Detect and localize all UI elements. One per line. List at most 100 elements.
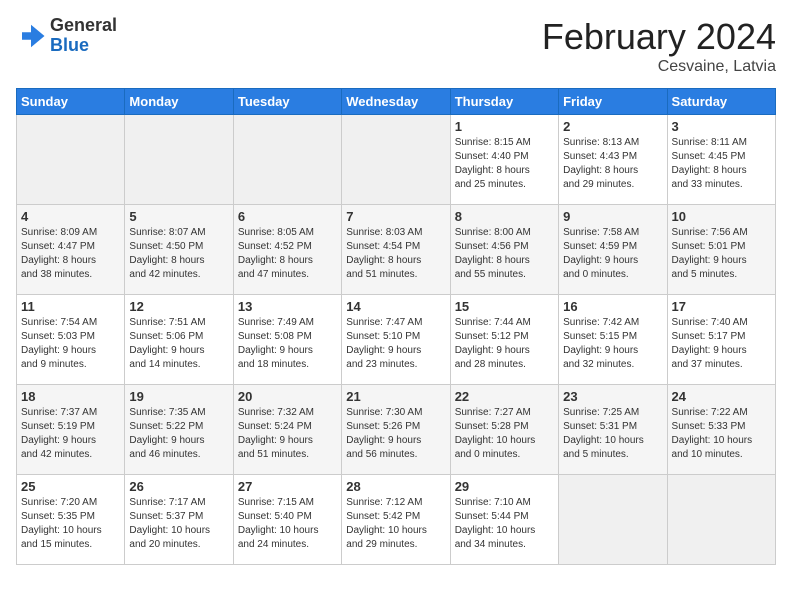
logo-icon: [16, 21, 46, 51]
day-number: 26: [129, 479, 228, 494]
day-info: Sunrise: 8:13 AM Sunset: 4:43 PM Dayligh…: [563, 136, 662, 192]
calendar-cell: 29Sunrise: 7:10 AM Sunset: 5:44 PM Dayli…: [450, 475, 558, 565]
day-number: 8: [455, 209, 554, 224]
day-info: Sunrise: 7:47 AM Sunset: 5:10 PM Dayligh…: [346, 316, 445, 372]
day-info: Sunrise: 7:42 AM Sunset: 5:15 PM Dayligh…: [563, 316, 662, 372]
logo-blue: Blue: [50, 36, 117, 56]
day-info: Sunrise: 7:17 AM Sunset: 5:37 PM Dayligh…: [129, 496, 228, 552]
day-number: 16: [563, 299, 662, 314]
weekday-sunday: Sunday: [17, 89, 125, 115]
calendar-cell: 21 Sunrise: 7:30 AM Sunset: 5:26 PM Dayli…: [342, 385, 450, 475]
calendar-cell: [667, 475, 775, 565]
day-info: Sunrise: 8:05 AM Sunset: 4:52 PM Dayligh…: [238, 226, 337, 282]
day-number: 17: [672, 299, 771, 314]
header-area: General Blue February 2024 Cesvaine, Lat…: [16, 16, 776, 76]
calendar-cell: 3 Sunrise: 8:11 AM Sunset: 4:45 PM Daylig…: [667, 115, 775, 205]
day-info: Sunrise: 7:37 AM Sunset: 5:19 PM Dayligh…: [21, 406, 120, 462]
weekday-header-row: SundayMondayTuesdayWednesdayThursdayFrid…: [17, 89, 776, 115]
calendar-cell: 11Sunrise: 7:54 AM Sunset: 5:03 PM Dayli…: [17, 295, 125, 385]
location-subtitle: Cesvaine, Latvia: [542, 58, 776, 76]
logo-text: General Blue: [50, 16, 117, 56]
calendar-cell: 2Sunrise: 8:13 AM Sunset: 4:43 PM Daylig…: [559, 115, 667, 205]
weekday-saturday: Saturday: [667, 89, 775, 115]
day-number: 22: [455, 389, 554, 404]
day-info: Sunrise: 7:12 AM Sunset: 5:42 PM Dayligh…: [346, 496, 445, 552]
day-info: Sunrise: 8:09 AM Sunset: 4:47 PM Dayligh…: [21, 226, 120, 282]
day-info: Sunrise: 7:58 AM Sunset: 4:59 PM Dayligh…: [563, 226, 662, 282]
day-info: Sunrise: 7:54 AM Sunset: 5:03 PM Dayligh…: [21, 316, 120, 372]
calendar-cell: [233, 115, 341, 205]
calendar-cell: 15Sunrise: 7:44 AM Sunset: 5:12 PM Dayli…: [450, 295, 558, 385]
day-info: Sunrise: 7:27 AM Sunset: 5:28 PM Dayligh…: [455, 406, 554, 462]
calendar-cell: 20Sunrise: 7:32 AM Sunset: 5:24 PM Dayli…: [233, 385, 341, 475]
calendar-cell: 7 Sunrise: 8:03 AM Sunset: 4:54 PM Daylig…: [342, 205, 450, 295]
weekday-monday: Monday: [125, 89, 233, 115]
day-info: Sunrise: 8:03 AM Sunset: 4:54 PM Dayligh…: [346, 226, 445, 282]
day-number: 28: [346, 479, 445, 494]
day-info: Sunrise: 7:22 AM Sunset: 5:33 PM Dayligh…: [672, 406, 771, 462]
calendar-cell: 24 Sunrise: 7:22 AM Sunset: 5:33 PM Dayli…: [667, 385, 775, 475]
day-number: 25: [21, 479, 120, 494]
calendar-cell: 12 Sunrise: 7:51 AM Sunset: 5:06 PM Dayli…: [125, 295, 233, 385]
day-info: Sunrise: 8:00 AM Sunset: 4:56 PM Dayligh…: [455, 226, 554, 282]
calendar-cell: 6Sunrise: 8:05 AM Sunset: 4:52 PM Daylig…: [233, 205, 341, 295]
day-number: 21: [346, 389, 445, 404]
day-number: 23: [563, 389, 662, 404]
calendar-cell: 9 Sunrise: 7:58 AM Sunset: 4:59 PM Daylig…: [559, 205, 667, 295]
logo: General Blue: [16, 16, 117, 56]
day-number: 3: [672, 119, 771, 134]
day-number: 9: [563, 209, 662, 224]
day-info: Sunrise: 7:20 AM Sunset: 5:35 PM Dayligh…: [21, 496, 120, 552]
week-row-1: 4 Sunrise: 8:09 AM Sunset: 4:47 PM Daylig…: [17, 205, 776, 295]
calendar-cell: 19 Sunrise: 7:35 AM Sunset: 5:22 PM Dayli…: [125, 385, 233, 475]
calendar-cell: [17, 115, 125, 205]
calendar: SundayMondayTuesdayWednesdayThursdayFrid…: [16, 88, 776, 565]
logo-general: General: [50, 16, 117, 36]
calendar-cell: 13 Sunrise: 7:49 AM Sunset: 5:08 PM Dayli…: [233, 295, 341, 385]
day-info: Sunrise: 8:15 AM Sunset: 4:40 PM Dayligh…: [455, 136, 554, 192]
day-number: 10: [672, 209, 771, 224]
day-number: 12: [129, 299, 228, 314]
day-number: 13: [238, 299, 337, 314]
calendar-cell: [125, 115, 233, 205]
day-info: Sunrise: 7:15 AM Sunset: 5:40 PM Dayligh…: [238, 496, 337, 552]
calendar-body: 1 Sunrise: 8:15 AM Sunset: 4:40 PM Daylig…: [17, 115, 776, 565]
week-row-3: 18Sunrise: 7:37 AM Sunset: 5:19 PM Dayli…: [17, 385, 776, 475]
day-number: 5: [129, 209, 228, 224]
day-info: Sunrise: 7:30 AM Sunset: 5:26 PM Dayligh…: [346, 406, 445, 462]
calendar-cell: 22 Sunrise: 7:27 AM Sunset: 5:28 PM Dayli…: [450, 385, 558, 475]
calendar-cell: [559, 475, 667, 565]
day-number: 4: [21, 209, 120, 224]
calendar-cell: 16 Sunrise: 7:42 AM Sunset: 5:15 PM Dayli…: [559, 295, 667, 385]
day-info: Sunrise: 7:35 AM Sunset: 5:22 PM Dayligh…: [129, 406, 228, 462]
day-number: 24: [672, 389, 771, 404]
calendar-cell: 18Sunrise: 7:37 AM Sunset: 5:19 PM Dayli…: [17, 385, 125, 475]
title-area: February 2024 Cesvaine, Latvia: [542, 16, 776, 76]
day-info: Sunrise: 8:11 AM Sunset: 4:45 PM Dayligh…: [672, 136, 771, 192]
calendar-cell: 23 Sunrise: 7:25 AM Sunset: 5:31 PM Dayli…: [559, 385, 667, 475]
week-row-0: 1 Sunrise: 8:15 AM Sunset: 4:40 PM Daylig…: [17, 115, 776, 205]
day-number: 7: [346, 209, 445, 224]
day-number: 27: [238, 479, 337, 494]
day-info: Sunrise: 7:32 AM Sunset: 5:24 PM Dayligh…: [238, 406, 337, 462]
day-number: 19: [129, 389, 228, 404]
calendar-header: SundayMondayTuesdayWednesdayThursdayFrid…: [17, 89, 776, 115]
weekday-thursday: Thursday: [450, 89, 558, 115]
calendar-cell: 1 Sunrise: 8:15 AM Sunset: 4:40 PM Daylig…: [450, 115, 558, 205]
week-row-2: 11Sunrise: 7:54 AM Sunset: 5:03 PM Dayli…: [17, 295, 776, 385]
day-info: Sunrise: 7:25 AM Sunset: 5:31 PM Dayligh…: [563, 406, 662, 462]
calendar-cell: 5Sunrise: 8:07 AM Sunset: 4:50 PM Daylig…: [125, 205, 233, 295]
day-info: Sunrise: 7:51 AM Sunset: 5:06 PM Dayligh…: [129, 316, 228, 372]
day-info: Sunrise: 7:40 AM Sunset: 5:17 PM Dayligh…: [672, 316, 771, 372]
day-info: Sunrise: 7:56 AM Sunset: 5:01 PM Dayligh…: [672, 226, 771, 282]
calendar-cell: 28 Sunrise: 7:12 AM Sunset: 5:42 PM Dayli…: [342, 475, 450, 565]
day-info: Sunrise: 7:49 AM Sunset: 5:08 PM Dayligh…: [238, 316, 337, 372]
weekday-tuesday: Tuesday: [233, 89, 341, 115]
calendar-cell: 10 Sunrise: 7:56 AM Sunset: 5:01 PM Dayli…: [667, 205, 775, 295]
calendar-cell: 25 Sunrise: 7:20 AM Sunset: 5:35 PM Dayli…: [17, 475, 125, 565]
day-number: 15: [455, 299, 554, 314]
calendar-cell: 4 Sunrise: 8:09 AM Sunset: 4:47 PM Daylig…: [17, 205, 125, 295]
weekday-friday: Friday: [559, 89, 667, 115]
day-number: 1: [455, 119, 554, 134]
month-title: February 2024: [542, 16, 776, 58]
